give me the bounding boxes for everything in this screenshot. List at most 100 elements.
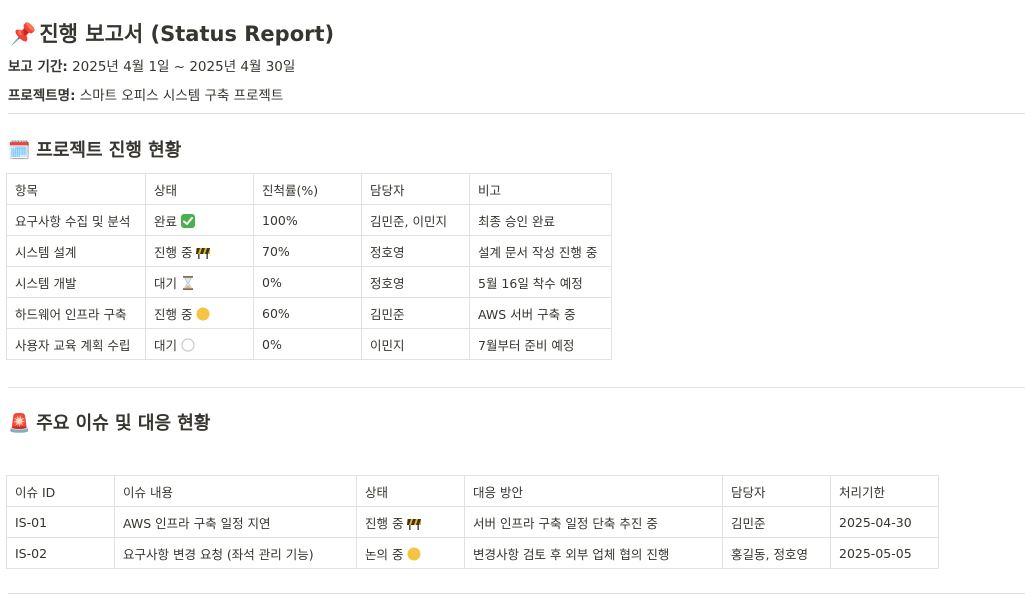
status-cell: 논의 중 bbox=[356, 537, 465, 569]
owner-cell: 정호영 bbox=[361, 266, 470, 298]
issues-section-heading-text: 주요 이슈 및 대응 현황 bbox=[36, 413, 211, 434]
status-cell-text: 진행 중 bbox=[154, 244, 193, 260]
due-date-cell-text: 2025-05-05 bbox=[839, 545, 912, 561]
status-cell: 진행 중 bbox=[145, 297, 254, 329]
note-cell: 설계 문서 작성 진행 중 bbox=[469, 235, 612, 267]
due-date-cell: 2025-05-05 bbox=[830, 537, 939, 569]
progress-cell: 60% bbox=[253, 297, 362, 329]
column-header: 대응 방안 bbox=[464, 475, 723, 507]
owner-cell: 정호영 bbox=[361, 235, 470, 267]
progress-cell-text: 60% bbox=[262, 305, 290, 321]
table-header-row: 항목 상태 진척률(%) 담당자 비고 bbox=[6, 173, 612, 205]
progress-cell: 70% bbox=[253, 235, 362, 267]
progress-section-heading-text: 프로젝트 진행 현황 bbox=[36, 140, 182, 161]
column-header: 항목 bbox=[6, 173, 146, 205]
status-cell: 완료 bbox=[145, 204, 254, 236]
status-cell: 대기 bbox=[145, 266, 254, 298]
column-header: 담당자 bbox=[361, 173, 470, 205]
progress-cell: 0% bbox=[253, 328, 362, 360]
note-cell-text: AWS 서버 구축 중 bbox=[478, 306, 576, 322]
issue-content-cell-text: AWS 인프라 구축 일정 지연 bbox=[123, 515, 271, 531]
note-cell: 최종 승인 완료 bbox=[469, 204, 612, 236]
table-row: 시스템 개발 대기 0% 정호영 5월 16일 착수 예정 bbox=[6, 266, 612, 298]
response-plan-cell: 서버 인프라 구축 일정 단축 추진 중 bbox=[464, 506, 723, 538]
item-cell-text: 요구사항 수집 및 분석 bbox=[15, 213, 131, 229]
progress-cell-text: 70% bbox=[262, 243, 290, 259]
pushpin-icon: 📌 bbox=[10, 22, 37, 46]
issues-section-heading: 🚨 주요 이슈 및 대응 현황 bbox=[8, 409, 210, 435]
divider bbox=[8, 593, 1025, 594]
note-cell-text: 5월 16일 착수 예정 bbox=[478, 275, 583, 291]
column-header: 상태 bbox=[145, 173, 254, 205]
column-header-text: 이슈 내용 bbox=[123, 484, 173, 500]
column-header-text: 대응 방안 bbox=[473, 484, 523, 500]
owner-cell: 이민지 bbox=[361, 328, 470, 360]
owner-cell: 김민준 bbox=[722, 506, 831, 538]
status-cell: 진행 중 bbox=[145, 235, 254, 267]
owner-cell-text: 김민준, 이민지 bbox=[370, 213, 447, 229]
item-cell-text: 사용자 교육 계획 수립 bbox=[15, 337, 131, 353]
issues-table: 이슈 ID 이슈 내용 상태 대응 방안 담당자 처리기한 IS-01 AWS 인프라 구축 … bbox=[6, 475, 939, 569]
item-cell-text: 시스템 설계 bbox=[15, 244, 77, 260]
note-cell-text: 최종 승인 완료 bbox=[478, 213, 555, 229]
column-header-text: 이슈 ID bbox=[15, 484, 56, 500]
status-cell-text: 논의 중 bbox=[365, 546, 404, 562]
column-header: 이슈 내용 bbox=[114, 475, 357, 507]
item-cell: 하드웨어 인프라 구축 bbox=[6, 297, 146, 329]
progress-cell-text: 0% bbox=[262, 274, 282, 290]
column-header-text: 상태 bbox=[365, 484, 389, 500]
hourglass-icon bbox=[180, 275, 196, 291]
progress-table: 항목 상태 진척률(%) 담당자 비고요구사항 수집 및 분석 완료 100% 김민준, 이민… bbox=[6, 173, 612, 360]
issue-id-cell: IS-01 bbox=[6, 506, 115, 538]
issue-content-cell: 요구사항 변경 요청 (좌석 관리 기능) bbox=[114, 537, 357, 569]
table-row: 하드웨어 인프라 구축 진행 중 60% 김민준 AWS 서버 구축 중 bbox=[6, 297, 612, 329]
column-header: 이슈 ID bbox=[6, 475, 115, 507]
calendar-icon: 🗓️ bbox=[8, 140, 31, 161]
note-cell: AWS 서버 구축 중 bbox=[469, 297, 612, 329]
due-date-cell: 2025-04-30 bbox=[830, 506, 939, 538]
column-header: 담당자 bbox=[722, 475, 831, 507]
status-cell-text: 진행 중 bbox=[154, 306, 193, 322]
item-cell: 요구사항 수집 및 분석 bbox=[6, 204, 146, 236]
progress-cell-text: 0% bbox=[262, 336, 282, 352]
report-period-value: 2025년 4월 1일 ~ 2025년 4월 30일 bbox=[67, 59, 296, 75]
report-period: 보고 기간: 2025년 4월 1일 ~ 2025년 4월 30일 bbox=[8, 55, 295, 75]
check-mark-icon bbox=[180, 213, 196, 229]
table-header-row: 이슈 ID 이슈 내용 상태 대응 방안 담당자 처리기한 bbox=[6, 475, 939, 507]
yellow-circle-icon bbox=[406, 546, 422, 562]
report-period-label: 보고 기간: bbox=[8, 59, 68, 75]
owner-cell: 김민준 bbox=[361, 297, 470, 329]
response-plan-cell: 변경사항 검토 후 외부 업체 협의 진행 bbox=[464, 537, 723, 569]
owner-cell-text: 정호영 bbox=[370, 244, 405, 260]
table-row: 시스템 설계 진행 중 70% 정호영 설계 문서 작성 진행 중 bbox=[6, 235, 612, 267]
issue-content-cell: AWS 인프라 구축 일정 지연 bbox=[114, 506, 357, 538]
project-name-value: 스마트 오피스 시스템 구축 프로젝트 bbox=[75, 88, 284, 104]
column-header-text: 비고 bbox=[478, 182, 502, 198]
siren-icon: 🚨 bbox=[8, 413, 31, 434]
response-plan-cell-text: 서버 인프라 구축 일정 단축 추진 중 bbox=[473, 515, 658, 531]
note-cell: 7월부터 준비 예정 bbox=[469, 328, 612, 360]
column-header: 비고 bbox=[469, 173, 612, 205]
issue-id-cell-text: IS-02 bbox=[15, 545, 48, 561]
table-row: IS-02 요구사항 변경 요청 (좌석 관리 기능) 논의 중 변경사항 검토 후 … bbox=[6, 537, 939, 569]
owner-cell-text: 김민준 bbox=[370, 306, 405, 322]
due-date-cell-text: 2025-04-30 bbox=[839, 514, 912, 530]
page-title-text: 진행 보고서 (Status Report) bbox=[39, 22, 335, 46]
item-cell: 시스템 개발 bbox=[6, 266, 146, 298]
white-circle-icon bbox=[180, 337, 196, 353]
progress-cell-text: 100% bbox=[262, 212, 298, 228]
owner-cell-text: 홍길동, 정호영 bbox=[731, 546, 808, 562]
column-header-text: 담당자 bbox=[370, 182, 405, 198]
column-header-text: 진척률(%) bbox=[262, 182, 319, 198]
divider bbox=[8, 387, 1025, 388]
column-header: 진척률(%) bbox=[253, 173, 362, 205]
table-row: IS-01 AWS 인프라 구축 일정 지연 진행 중 서버 인프라 구축 일정 단축… bbox=[6, 506, 939, 538]
column-header-text: 상태 bbox=[154, 182, 178, 198]
progress-cell: 0% bbox=[253, 266, 362, 298]
progress-cell: 100% bbox=[253, 204, 362, 236]
yellow-circle-icon bbox=[195, 306, 211, 322]
response-plan-cell-text: 변경사항 검토 후 외부 업체 협의 진행 bbox=[473, 546, 670, 562]
construction-icon bbox=[406, 515, 422, 531]
table-row: 사용자 교육 계획 수립 대기 0% 이민지 7월부터 준비 예정 bbox=[6, 328, 612, 360]
issue-id-cell: IS-02 bbox=[6, 537, 115, 569]
